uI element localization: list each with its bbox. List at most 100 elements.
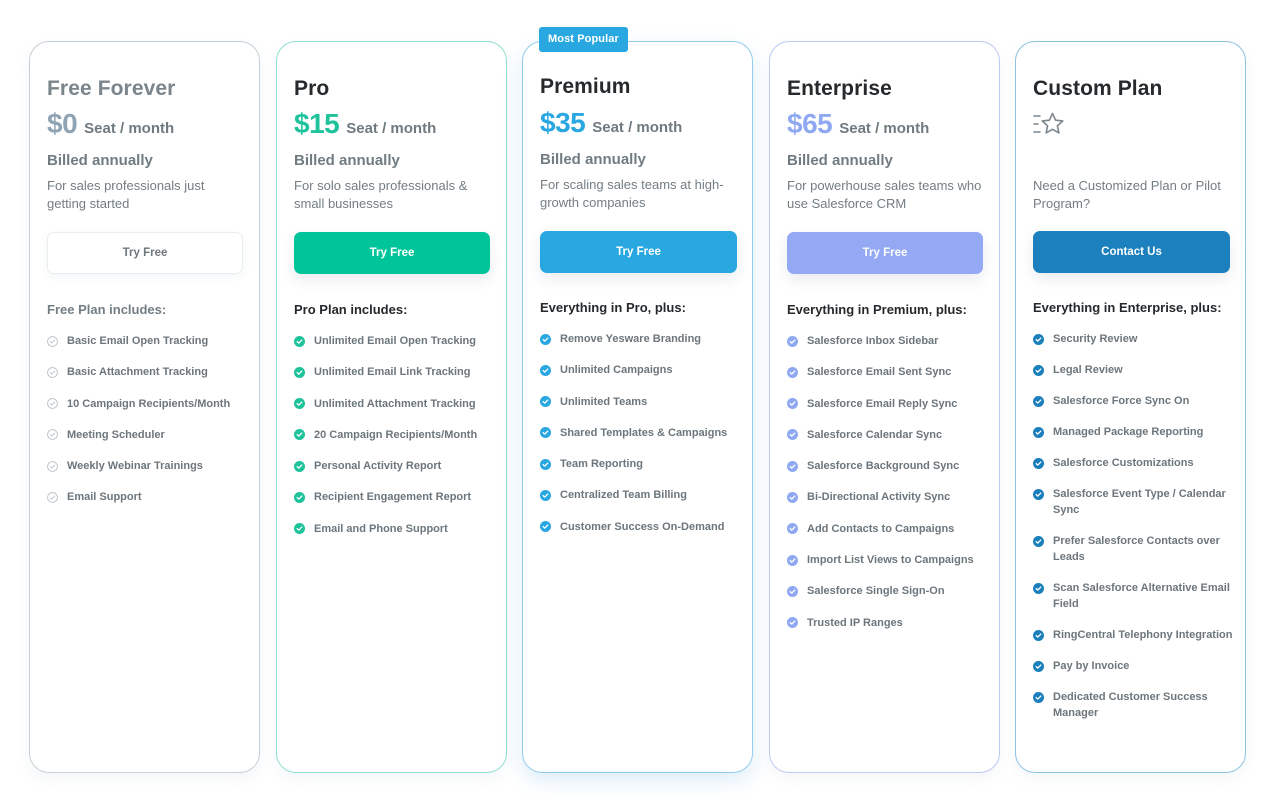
feature-label: Unlimited Email Link Tracking [314,366,471,379]
check-circle-icon [787,585,798,597]
feature-item: Import List Views to Campaigns [787,552,987,568]
feature-label: Shared Templates & Campaigns [560,426,728,439]
feature-item: Meeting Scheduler [47,427,247,443]
feature-label: Scan Salesforce Alternative Email Field [1053,582,1230,610]
feature-label: Team Reporting [560,458,643,471]
feature-item: 20 Campaign Recipients/Month [294,427,494,443]
includes-title: Free Plan includes: [47,302,167,317]
feature-label: Import List Views to Campaigns [807,554,974,567]
feature-item: Remove Yesware Branding [540,331,740,347]
check-circle-icon [1033,488,1044,500]
feature-item: Scan Salesforce Alternative Email Field [1033,580,1233,612]
includes-title: Pro Plan includes: [294,302,408,317]
price-unit: Seat / month [346,120,437,137]
try-free-button[interactable]: Try Free [787,232,983,274]
check-circle-icon [1033,426,1044,438]
price-unit: Seat / month [84,120,175,137]
feature-item: Pay by Invoice [1033,658,1233,674]
check-circle-icon [787,554,798,566]
price-unit: Seat / month [839,120,930,137]
feature-label: Basic Attachment Tracking [67,366,208,379]
try-free-button[interactable]: Try Free [540,231,737,273]
feature-label: Unlimited Attachment Tracking [314,397,476,410]
try-free-button[interactable]: Try Free [47,232,243,274]
includes-title: Everything in Premium, plus: [787,302,967,317]
feature-item: Salesforce Inbox Sidebar [787,333,987,349]
feature-item: Prefer Salesforce Contacts over Leads [1033,533,1233,565]
feature-label: Security Review [1053,333,1138,345]
plan-card-enterprise: Enterprise $65 Seat / month Billed annua… [769,41,1000,773]
feature-item: Customer Success On-Demand [540,519,740,535]
feature-item: Basic Email Open Tracking [47,333,247,349]
feature-label: Remove Yesware Branding [560,333,702,345]
feature-item: Recipient Engagement Report [294,489,494,505]
check-circle-icon [294,491,305,503]
check-circle-icon [787,429,798,441]
plan-description: Need a Customized Plan or Pilot Program? [1033,178,1221,211]
price-unit: Seat / month [592,119,683,136]
feature-label: Customer Success On-Demand [560,520,725,533]
feature-item: Weekly Webinar Trainings [47,458,247,474]
includes-title: Everything in Pro, plus: [540,300,686,315]
check-circle-icon [540,364,551,376]
feature-label: Basic Email Open Tracking [67,335,209,347]
feature-item: Trusted IP Ranges [787,615,987,631]
plan-price: $0 [47,108,78,139]
check-circle-icon [47,429,58,441]
feature-label: Unlimited Email Open Tracking [314,335,476,347]
price-row: $0 Seat / month [47,108,174,140]
price-row: $15 Seat / month [294,108,436,140]
check-circle-icon [1033,535,1044,547]
feature-item: Basic Attachment Tracking [47,364,247,380]
feature-label: Salesforce Inbox Sidebar [807,335,939,347]
feature-item: Email and Phone Support [294,521,494,537]
check-circle-icon [47,335,58,347]
plan-name: Pro [294,77,330,100]
check-circle-icon [787,523,798,535]
feature-label: Meeting Scheduler [67,428,165,441]
feature-label: Centralized Team Billing [560,489,687,502]
feature-item: Centralized Team Billing [540,487,740,503]
check-circle-icon [540,396,551,408]
feature-label: Salesforce Email Reply Sync [807,397,958,410]
plan-description: For sales professionals just getting sta… [47,178,205,211]
feature-label: Bi-Directional Activity Sync [807,491,951,504]
feature-item: Salesforce Single Sign-On [787,583,987,599]
feature-label: Trusted IP Ranges [807,616,903,629]
feature-item: Add Contacts to Campaigns [787,521,987,537]
feature-item: Bi-Directional Activity Sync [787,489,987,505]
billing-note: Billed annually [787,152,893,169]
feature-label: Pay by Invoice [1053,660,1130,672]
feature-item: Unlimited Email Link Tracking [294,364,494,380]
contact-us-button[interactable]: Contact Us [1033,231,1230,273]
feature-item: Unlimited Email Open Tracking [294,333,494,349]
check-circle-icon [787,617,798,629]
feature-label: 20 Campaign Recipients/Month [314,428,478,441]
try-free-button[interactable]: Try Free [294,232,490,274]
plan-name: Free Forever [47,77,176,100]
plan-price: $15 [294,108,340,139]
feature-label: Salesforce Force Sync On [1053,395,1190,407]
plan-price: $65 [787,108,833,139]
feature-label: Email Support [67,491,142,504]
plan-card-premium: Most Popular Premium $35 Seat / month Bi… [522,27,753,773]
check-circle-icon [540,489,551,501]
feature-item: Email Support [47,489,247,505]
feature-item: Salesforce Email Sent Sync [787,364,987,380]
plan-description: For powerhouse sales teams who use Sales… [787,178,982,211]
feature-item: RingCentral Telephony Integration [1033,627,1233,643]
billing-note: Billed annually [47,152,153,169]
check-circle-icon [1033,333,1044,345]
feature-label: RingCentral Telephony Integration [1053,629,1233,641]
feature-item: Unlimited Campaigns [540,362,740,378]
check-circle-icon [787,335,798,347]
check-circle-icon [294,398,305,410]
star-icon [1033,111,1067,139]
feature-label: Salesforce Customizations [1053,457,1194,469]
feature-item: Team Reporting [540,456,740,472]
billing-note: Billed annually [294,152,400,169]
feature-item: Legal Review [1033,362,1233,378]
plan-name: Premium [540,75,631,98]
price-row: $65 Seat / month [787,108,929,140]
check-circle-icon [787,491,798,503]
